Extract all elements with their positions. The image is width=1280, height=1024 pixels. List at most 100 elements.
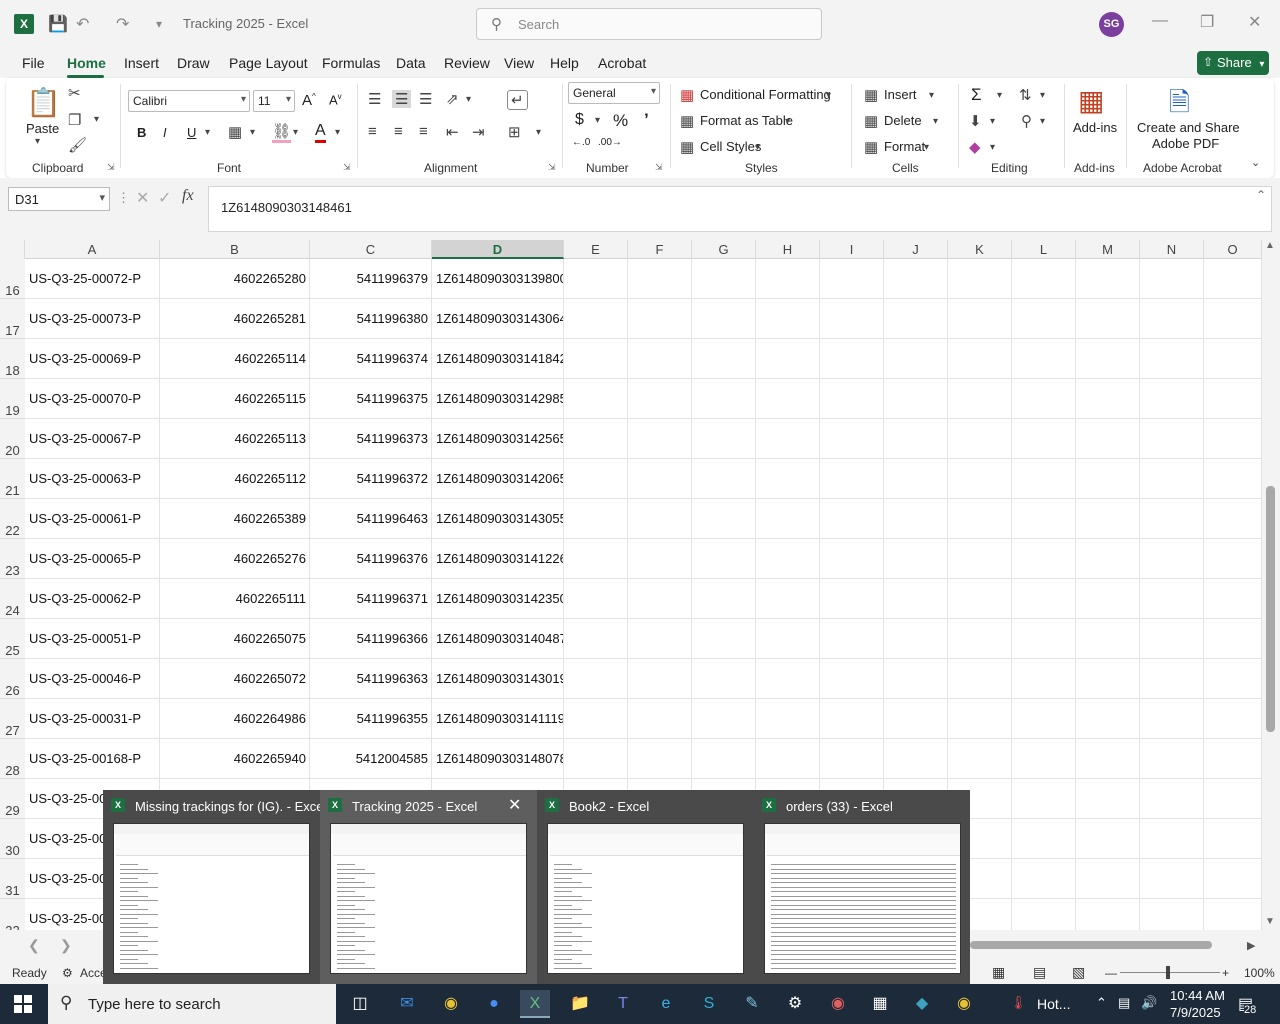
column-header-m[interactable]: M bbox=[1076, 240, 1140, 259]
empty-cell[interactable] bbox=[1204, 859, 1262, 899]
save-icon[interactable]: 💾 bbox=[48, 14, 68, 34]
empty-cell[interactable] bbox=[628, 659, 692, 699]
task-view-icon[interactable]: ◫ bbox=[345, 990, 375, 1018]
empty-cell[interactable] bbox=[1076, 859, 1140, 899]
empty-cell[interactable] bbox=[564, 459, 628, 499]
empty-cell[interactable] bbox=[884, 259, 948, 299]
cell-a[interactable]: US-Q3-25-00063-P bbox=[25, 459, 160, 499]
empty-cell[interactable] bbox=[1012, 779, 1076, 819]
empty-cell[interactable] bbox=[884, 299, 948, 339]
autosum-icon[interactable]: Σ bbox=[971, 85, 982, 105]
empty-cell[interactable] bbox=[948, 379, 1012, 419]
name-box[interactable]: D31 ▾ bbox=[8, 187, 110, 211]
empty-cell[interactable] bbox=[756, 499, 820, 539]
vertical-scrollbar[interactable]: ▲ ▼ bbox=[1262, 240, 1280, 930]
cell-d[interactable]: 1Z6148090303141842 bbox=[432, 339, 564, 379]
empty-cell[interactable] bbox=[564, 539, 628, 579]
cell-a[interactable]: US-Q3-25-00072-P bbox=[25, 259, 160, 299]
zoom-out-icon[interactable]: — bbox=[1105, 966, 1117, 980]
clear-chevron-icon[interactable]: ▾ bbox=[990, 142, 995, 153]
alignment-launcher-icon[interactable]: ⇲ bbox=[548, 162, 556, 173]
row-header[interactable]: 19 bbox=[0, 379, 25, 419]
create-share-pdf-line2[interactable]: Adobe PDF bbox=[1152, 136, 1219, 151]
empty-cell[interactable] bbox=[948, 659, 1012, 699]
conditional-formatting-chevron-icon[interactable]: ▾ bbox=[826, 90, 831, 101]
scroll-right-icon[interactable]: ▶ bbox=[1247, 939, 1255, 952]
app-diamond-icon[interactable]: ◆ bbox=[907, 990, 937, 1018]
cell-c[interactable]: 5411996463 bbox=[310, 499, 432, 539]
empty-cell[interactable] bbox=[1012, 379, 1076, 419]
empty-cell[interactable] bbox=[756, 659, 820, 699]
cell-b[interactable]: 4602265115 bbox=[160, 379, 310, 419]
empty-cell[interactable] bbox=[628, 579, 692, 619]
empty-cell[interactable] bbox=[948, 419, 1012, 459]
cell-c[interactable]: 5411996355 bbox=[310, 699, 432, 739]
empty-cell[interactable] bbox=[1076, 259, 1140, 299]
cell-c[interactable]: 5411996375 bbox=[310, 379, 432, 419]
row-header[interactable]: 18 bbox=[0, 339, 25, 379]
clear-icon[interactable]: ◆ bbox=[969, 138, 981, 156]
empty-cell[interactable] bbox=[884, 539, 948, 579]
empty-cell[interactable] bbox=[1204, 899, 1262, 930]
cell-d[interactable]: 1Z6148090303141226 bbox=[432, 539, 564, 579]
page-layout-view-icon[interactable]: ▤ bbox=[1033, 964, 1046, 981]
empty-cell[interactable] bbox=[948, 699, 1012, 739]
empty-cell[interactable] bbox=[1012, 859, 1076, 899]
teams-icon[interactable]: T bbox=[608, 990, 638, 1018]
sheet-prev-icon[interactable]: ❮ bbox=[28, 937, 40, 954]
percent-icon[interactable]: % bbox=[613, 111, 628, 131]
preview-book2[interactable]: X Book2 - Excel bbox=[537, 790, 754, 984]
show-hidden-icons[interactable]: ⌃ bbox=[1096, 995, 1107, 1011]
empty-cell[interactable] bbox=[1076, 619, 1140, 659]
empty-cell[interactable] bbox=[1140, 739, 1204, 779]
empty-cell[interactable] bbox=[1204, 819, 1262, 859]
font-size-dropdown[interactable]: 11 ▾ bbox=[253, 90, 295, 112]
preview-orders[interactable]: X orders (33) - Excel bbox=[754, 790, 971, 984]
app-s-icon[interactable]: S bbox=[694, 990, 724, 1018]
cell-b[interactable]: 4602265075 bbox=[160, 619, 310, 659]
cell-b[interactable]: 4602265072 bbox=[160, 659, 310, 699]
chrome-icon[interactable]: ◉ bbox=[436, 990, 466, 1018]
zoom-slider-thumb[interactable] bbox=[1166, 966, 1170, 979]
empty-cell[interactable] bbox=[1140, 459, 1204, 499]
delete-cells-button[interactable]: Delete bbox=[884, 113, 922, 128]
column-header-g[interactable]: G bbox=[692, 240, 756, 259]
empty-cell[interactable] bbox=[1012, 259, 1076, 299]
column-header-o[interactable]: O bbox=[1204, 240, 1262, 259]
empty-cell[interactable] bbox=[1012, 819, 1076, 859]
empty-cell[interactable] bbox=[1204, 339, 1262, 379]
empty-cell[interactable] bbox=[756, 459, 820, 499]
empty-cell[interactable] bbox=[820, 299, 884, 339]
empty-cell[interactable] bbox=[1012, 899, 1076, 930]
menu-page-layout[interactable]: Page Layout bbox=[229, 55, 308, 71]
empty-cell[interactable] bbox=[884, 699, 948, 739]
empty-cell[interactable] bbox=[1076, 379, 1140, 419]
column-header-d[interactable]: D bbox=[432, 240, 564, 259]
empty-cell[interactable] bbox=[948, 339, 1012, 379]
empty-cell[interactable] bbox=[948, 499, 1012, 539]
formula-bar-options-icon[interactable]: ⋮ bbox=[117, 190, 130, 206]
insert-cells-button[interactable]: Insert bbox=[884, 87, 917, 102]
empty-cell[interactable] bbox=[756, 299, 820, 339]
empty-cell[interactable] bbox=[1012, 699, 1076, 739]
cell-a[interactable]: US-Q3-25-00073-P bbox=[25, 299, 160, 339]
empty-cell[interactable] bbox=[1204, 539, 1262, 579]
empty-cell[interactable] bbox=[948, 459, 1012, 499]
orientation-icon[interactable]: ⇗ bbox=[446, 90, 459, 108]
menu-formulas[interactable]: Formulas bbox=[322, 55, 380, 71]
cell-b[interactable]: 4602265112 bbox=[160, 459, 310, 499]
empty-cell[interactable] bbox=[1140, 659, 1204, 699]
empty-cell[interactable] bbox=[820, 739, 884, 779]
cell-c[interactable]: 5411996379 bbox=[310, 259, 432, 299]
row-header[interactable]: 32 bbox=[0, 899, 25, 930]
empty-cell[interactable] bbox=[564, 259, 628, 299]
row-header[interactable]: 23 bbox=[0, 539, 25, 579]
share-button[interactable]: ⇧ Share ▾ bbox=[1197, 51, 1269, 75]
comma-style-icon[interactable]: ’ bbox=[644, 110, 649, 130]
empty-cell[interactable] bbox=[692, 699, 756, 739]
empty-cell[interactable] bbox=[628, 499, 692, 539]
empty-cell[interactable] bbox=[1012, 459, 1076, 499]
empty-cell[interactable] bbox=[1012, 579, 1076, 619]
restore-icon[interactable]: ❐ bbox=[1200, 12, 1214, 32]
empty-cell[interactable] bbox=[756, 539, 820, 579]
